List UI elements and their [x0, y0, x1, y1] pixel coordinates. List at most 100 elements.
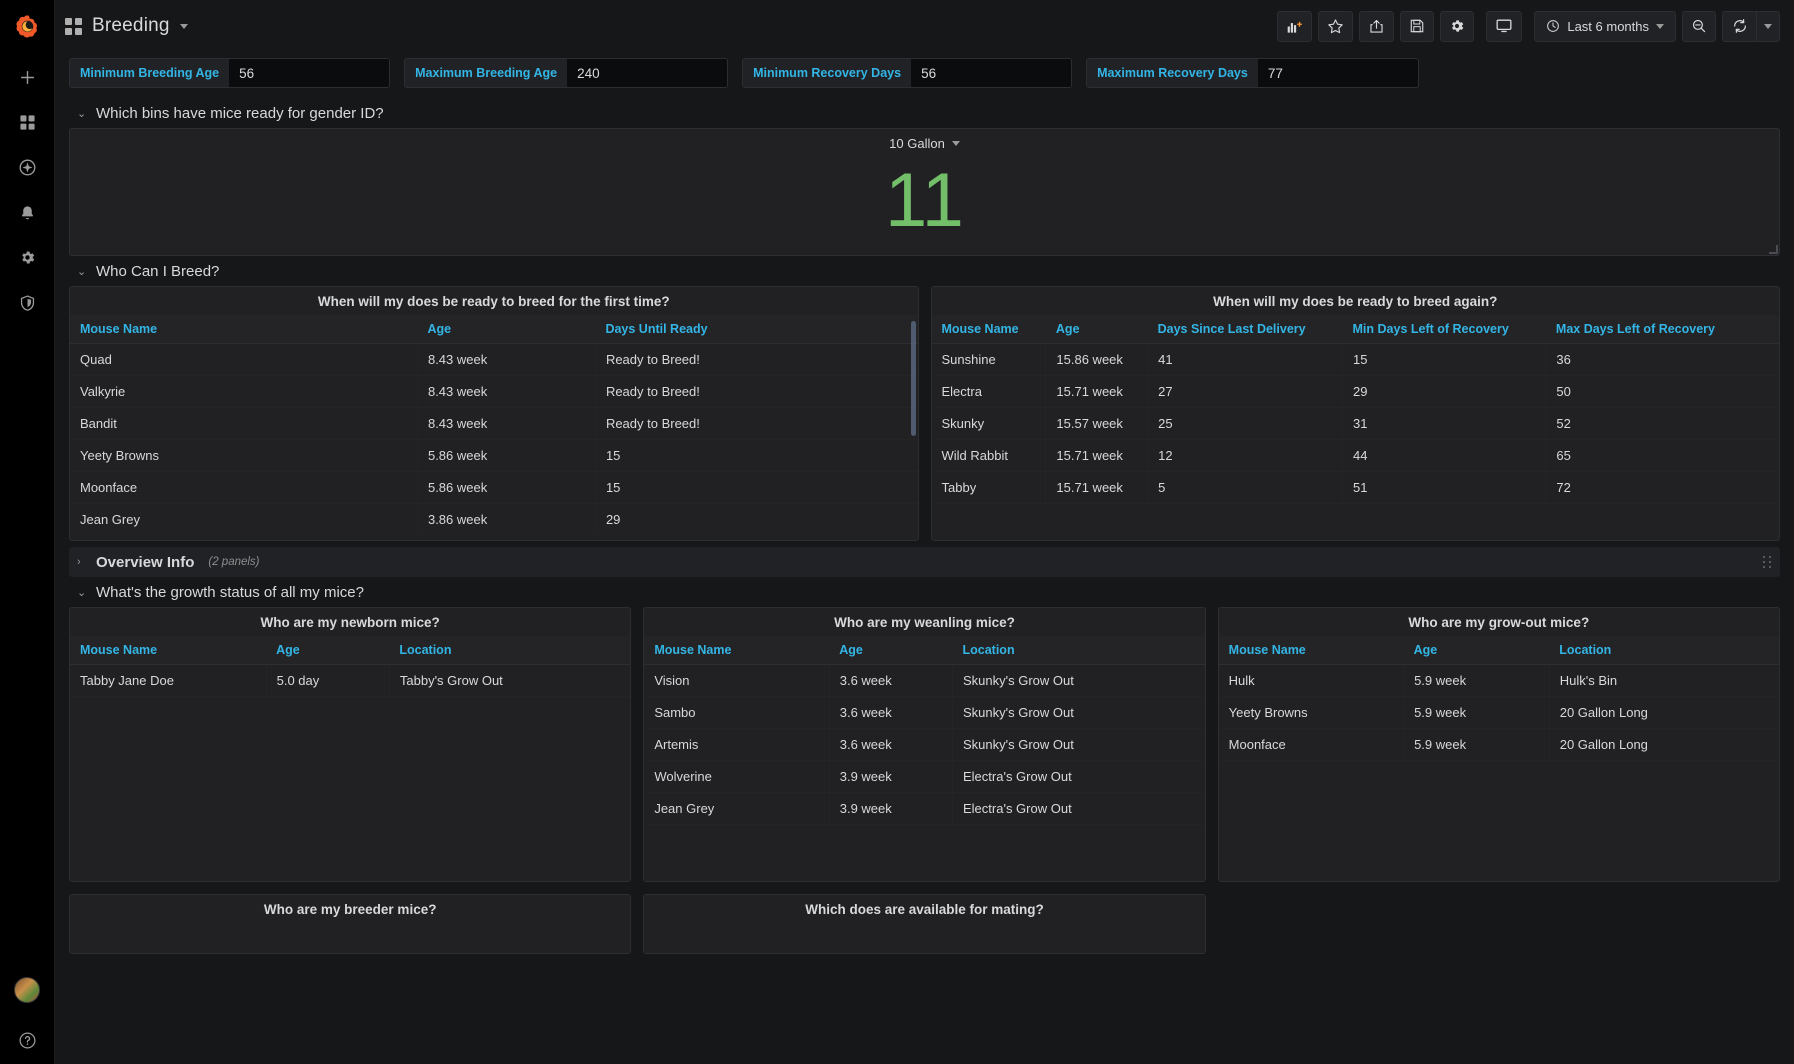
star-button[interactable] [1318, 10, 1354, 42]
cell-mouse-name: Moonface [1218, 728, 1405, 761]
chevron-down-icon: ⌄ [77, 265, 87, 278]
variable-input[interactable]: 56 [229, 59, 390, 87]
table-container[interactable]: Mouse Name Age Location Tabby Jane Doe 5… [70, 636, 631, 872]
table-row: Wolverine 3.9 week Electra's Grow Out [644, 760, 1205, 793]
sidebar-item-configuration[interactable] [0, 235, 55, 280]
cell-location: Skunky's Grow Out [952, 696, 1205, 729]
zoom-out-button[interactable] [1682, 10, 1716, 42]
table-container[interactable]: Mouse Name Age Days Until Ready Quad 8.4… [70, 315, 918, 531]
row-drag-handle[interactable] [1763, 556, 1772, 568]
column-header-age[interactable]: Age [417, 315, 596, 344]
row-header-who-can-i-breed[interactable]: ⌄ Who Can I Breed? [69, 256, 1780, 286]
table-row: Moonface 5.86 week 15 [70, 471, 918, 504]
cell-location: Skunky's Grow Out [952, 728, 1205, 761]
table-header-row: Mouse Name Age Location [1218, 636, 1779, 665]
time-range-picker[interactable]: Last 6 months [1534, 10, 1676, 42]
column-header-mouse-name[interactable]: Mouse Name [70, 636, 267, 665]
refresh-interval-button[interactable] [1756, 10, 1780, 42]
table-row: Bandit 8.43 week Ready to Breed! [70, 407, 918, 440]
panel-row-bottom: Who are my breeder mice? Which does are … [69, 894, 1780, 954]
save-icon [1411, 19, 1424, 33]
sidebar-item-user-profile[interactable] [0, 964, 55, 1016]
table-scrollbar-thumb[interactable] [910, 321, 916, 436]
sidebar-item-dashboards[interactable] [0, 100, 55, 145]
column-header-min-days-left-of-recovery[interactable]: Min Days Left of Recovery [1342, 315, 1546, 344]
share-icon [1370, 19, 1383, 33]
row-header-gender-id[interactable]: ⌄ Which bins have mice ready for gender … [69, 98, 1780, 128]
cell-age: 8.43 week [417, 375, 596, 408]
variable-maximum-recovery-days[interactable]: Maximum Recovery Days 77 [1086, 58, 1419, 88]
cell-min-days-left: 29 [1342, 375, 1547, 408]
sidebar-item-explore[interactable] [0, 145, 55, 190]
column-header-days-until-ready[interactable]: Days Until Ready [595, 315, 918, 344]
column-header-mouse-name[interactable]: Mouse Name [644, 636, 830, 665]
column-header-age[interactable]: Age [829, 636, 953, 665]
refresh-button[interactable] [1722, 10, 1756, 42]
panel-ready-to-breed-first-time: When will my does be ready to breed for … [69, 286, 919, 541]
column-header-mouse-name[interactable]: Mouse Name [70, 315, 418, 344]
table-header-row: Mouse Name Age Location [70, 636, 631, 665]
cell-mouse-name: Tabby [931, 471, 1047, 504]
row-title: What's the growth status of all my mice? [96, 583, 364, 601]
cell-mouse-name: Artemis [644, 728, 830, 761]
column-header-location[interactable]: Location [389, 636, 631, 665]
sidebar-item-server-admin[interactable] [0, 280, 55, 325]
table-row: Sambo 3.6 week Skunky's Grow Out [644, 696, 1205, 729]
row-header-overview-info[interactable]: › Overview Info (2 panels) [69, 547, 1780, 577]
chevron-down-icon [1764, 23, 1772, 29]
table-container[interactable]: Mouse Name Age Location Hulk 5.9 week Hu… [1218, 636, 1779, 872]
column-header-location[interactable]: Location [1549, 636, 1779, 665]
dashboard-title-button[interactable]: Breeding [65, 15, 188, 37]
cell-age: 3.6 week [829, 728, 954, 761]
column-header-age[interactable]: Age [1403, 636, 1550, 665]
help-icon [19, 1032, 35, 1048]
panel-newborn-mice: Who are my newborn mice? Mouse Name Age … [69, 607, 632, 882]
variable-minimum-breeding-age[interactable]: Minimum Breeding Age 56 [69, 58, 391, 88]
cell-days-until-ready: 29 [595, 503, 918, 531]
star-icon [1328, 18, 1344, 33]
cell-age: 5.9 week [1403, 696, 1550, 729]
tv-mode-button[interactable] [1486, 10, 1523, 42]
cell-days-since-last-delivery: 25 [1147, 407, 1344, 440]
chevron-down-icon [179, 23, 188, 29]
column-header-age[interactable]: Age [266, 636, 390, 665]
table-container[interactable]: Mouse Name Age Days Since Last Delivery … [931, 315, 1779, 531]
cell-location: 20 Gallon Long [1549, 696, 1779, 729]
panel-resize-handle[interactable] [1769, 245, 1778, 254]
variable-minimum-recovery-days[interactable]: Minimum Recovery Days 56 [742, 58, 1073, 88]
row-title: Who Can I Breed? [96, 262, 220, 280]
grafana-logo-icon[interactable] [0, 0, 55, 55]
bin-selector-dropdown[interactable]: 10 Gallon [70, 136, 1779, 151]
avatar [14, 977, 40, 1003]
variable-label: Minimum Breeding Age [70, 59, 230, 87]
column-header-max-days-left-of-recovery[interactable]: Max Days Left of Recovery [1545, 315, 1779, 344]
cell-age: 15.71 week [1045, 439, 1149, 472]
share-button[interactable] [1359, 10, 1395, 42]
cell-days-since-last-delivery: 5 [1147, 471, 1344, 504]
add-panel-button[interactable] [1277, 10, 1313, 42]
save-button[interactable] [1400, 10, 1435, 42]
variable-input[interactable]: 56 [911, 59, 1072, 87]
cell-age: 15.71 week [1045, 471, 1149, 504]
table-row: Wild Rabbit 15.71 week 12 44 65 [931, 439, 1779, 472]
column-header-mouse-name[interactable]: Mouse Name [931, 315, 1046, 344]
variable-input[interactable]: 240 [567, 59, 728, 87]
cell-age: 8.43 week [417, 407, 596, 440]
cell-max-days-left: 50 [1545, 375, 1779, 408]
sidebar-item-create[interactable] [0, 55, 55, 100]
column-header-location[interactable]: Location [952, 636, 1205, 665]
cell-mouse-name: Jean Grey [644, 792, 830, 825]
variable-input[interactable]: 77 [1257, 59, 1418, 87]
table-container[interactable]: Mouse Name Age Location Vision 3.6 week … [644, 636, 1205, 872]
column-header-age[interactable]: Age [1045, 315, 1148, 344]
cell-days-since-last-delivery: 41 [1147, 343, 1344, 376]
column-header-days-since-last-delivery[interactable]: Days Since Last Delivery [1147, 315, 1343, 344]
variable-maximum-breeding-age[interactable]: Maximum Breeding Age 240 [404, 58, 729, 88]
row-header-growth-status[interactable]: ⌄ What's the growth status of all my mic… [69, 577, 1780, 607]
column-header-mouse-name[interactable]: Mouse Name [1218, 636, 1404, 665]
sidebar-item-alerting[interactable] [0, 190, 55, 235]
sidebar-item-help[interactable] [0, 1016, 55, 1064]
settings-button[interactable] [1440, 10, 1475, 42]
variable-label: Maximum Recovery Days [1087, 59, 1258, 87]
dashboards-icon [65, 17, 82, 35]
